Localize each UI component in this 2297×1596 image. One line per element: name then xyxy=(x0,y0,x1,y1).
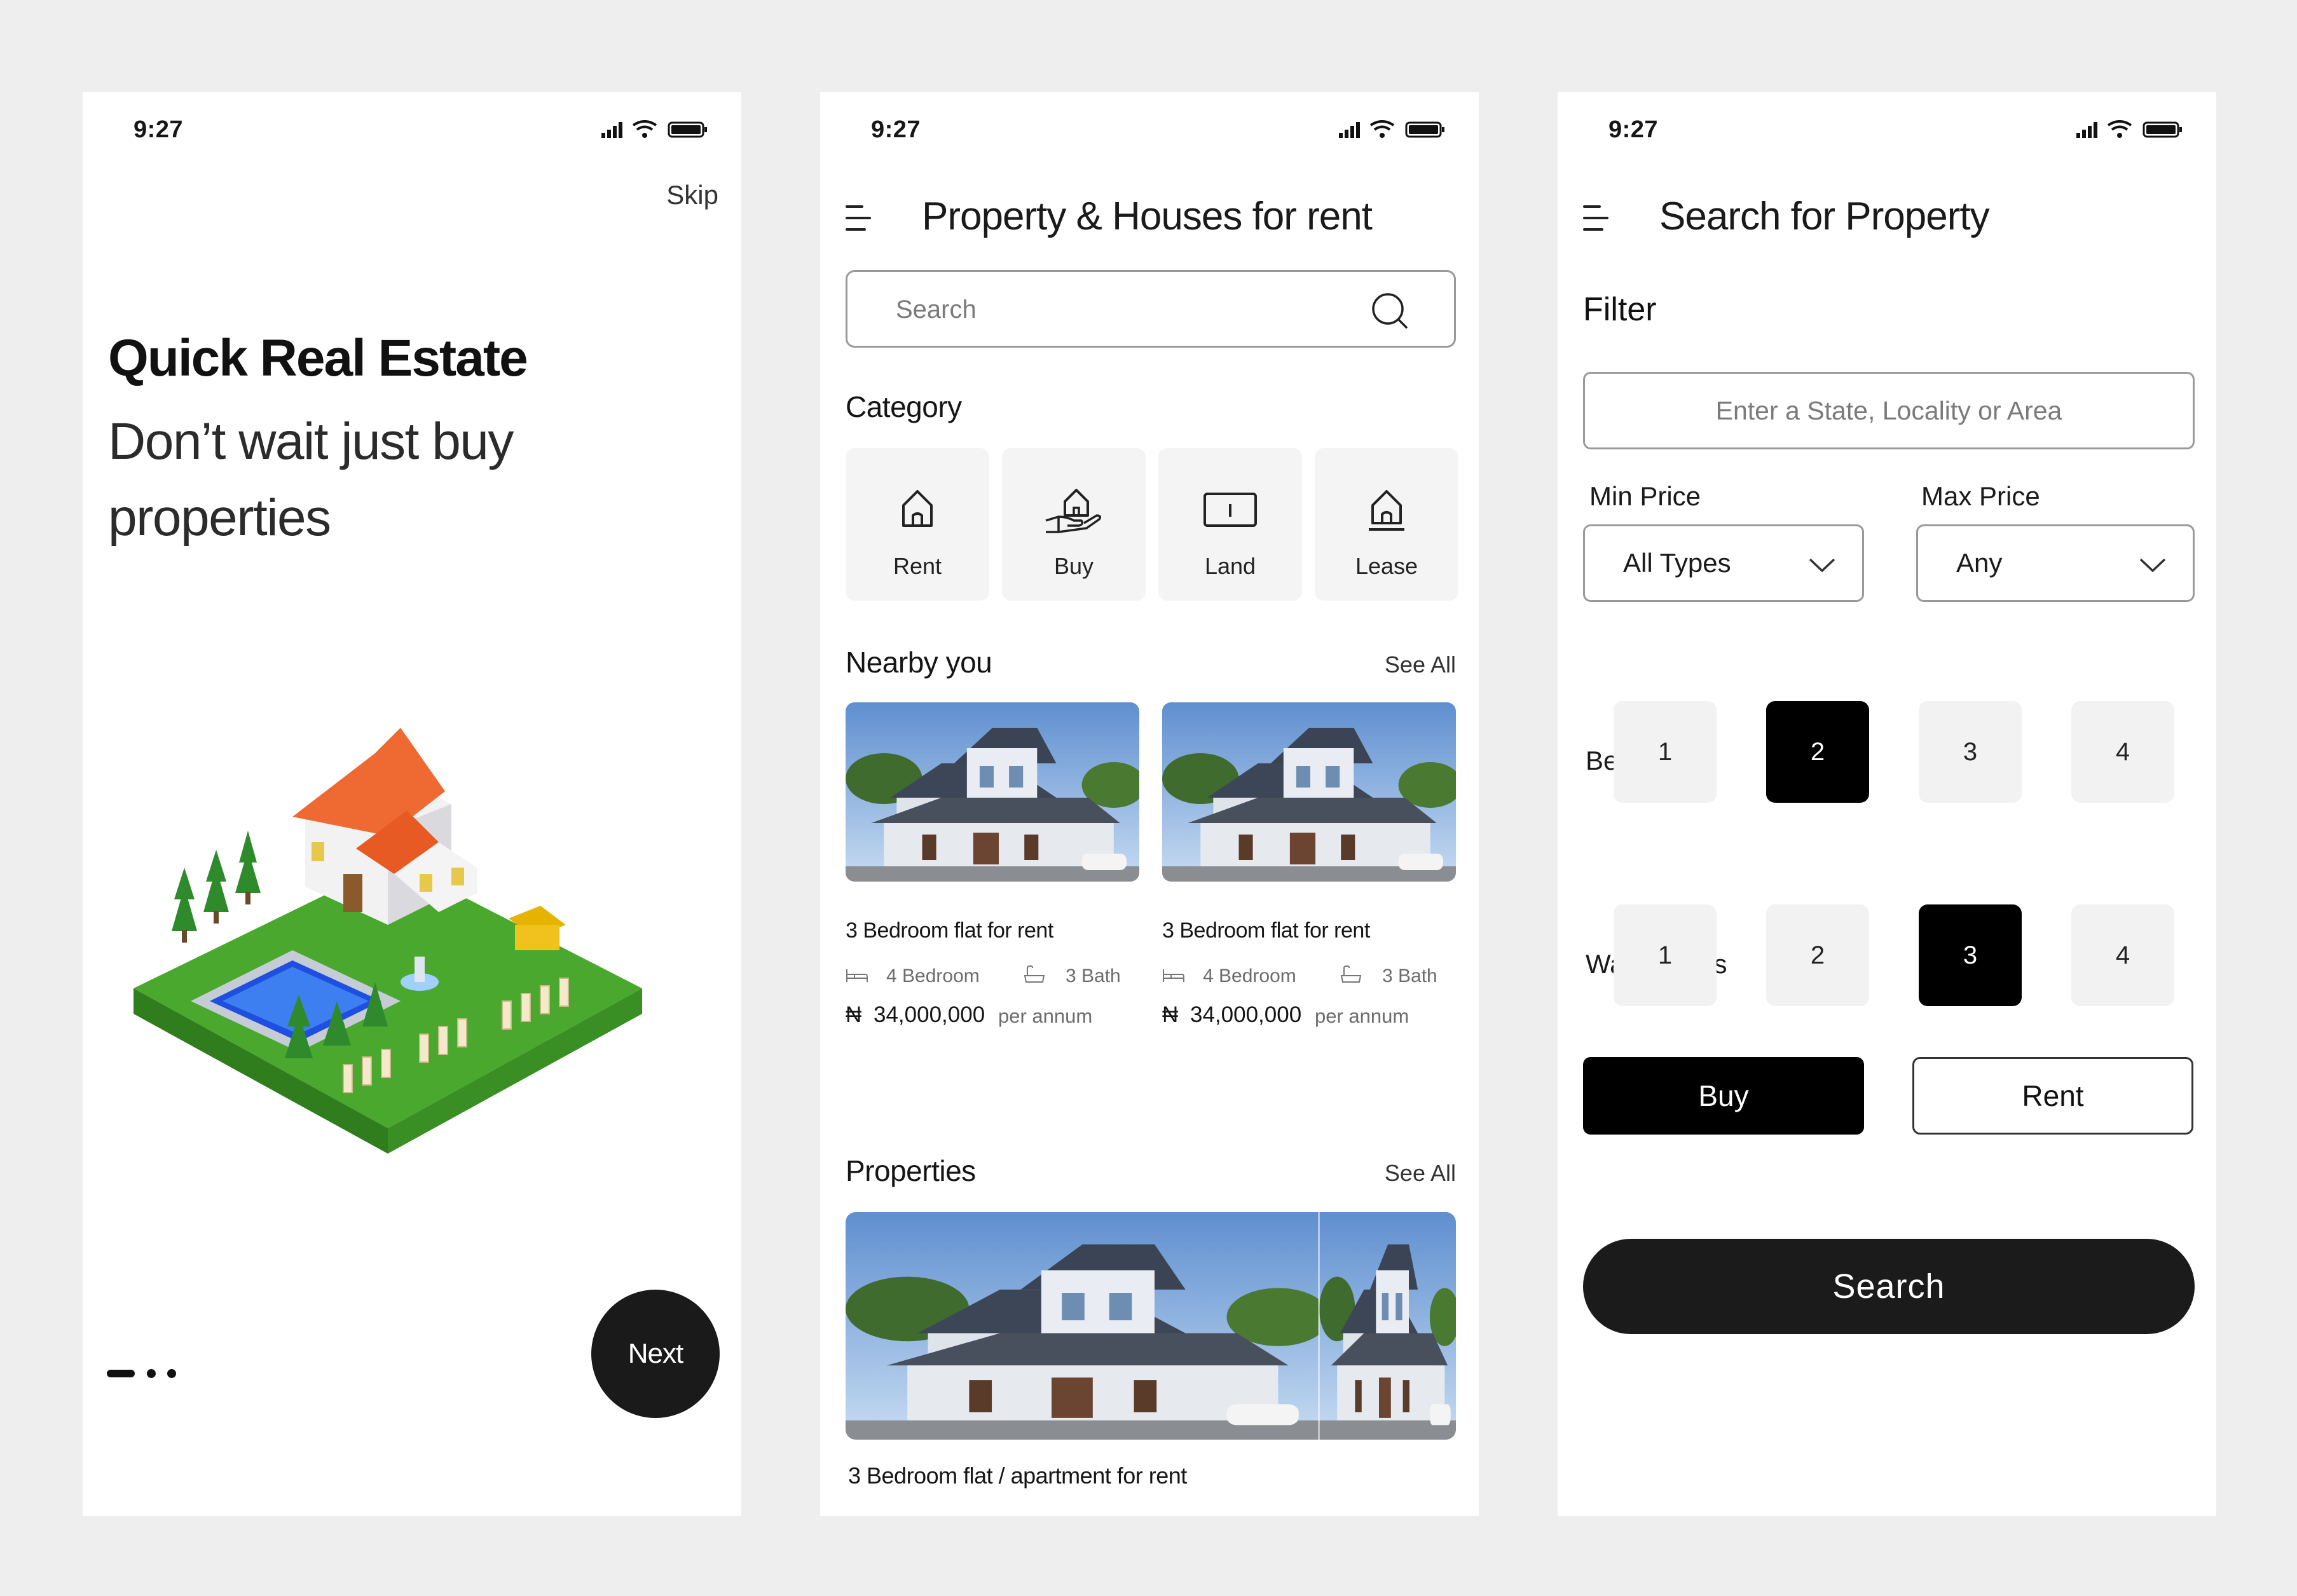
rent-toggle-button[interactable]: Rent xyxy=(1912,1057,2193,1135)
max-price-select[interactable]: Any xyxy=(1916,524,2195,602)
bath-icon xyxy=(1024,965,1045,983)
search-screen: 9:27 Search for Property Filter Min Pric… xyxy=(1558,92,2216,1516)
page-indicator xyxy=(107,1369,176,1378)
search-icon[interactable] xyxy=(1370,291,1409,331)
status-time: 9:27 xyxy=(1608,116,1659,143)
min-price-value: All Types xyxy=(1623,548,1731,578)
menu-icon[interactable] xyxy=(846,204,874,232)
category-label: Buy xyxy=(1053,553,1094,579)
onboarding-screen: 9:27 Skip Quick Real Estate Don’t wait j… xyxy=(83,92,741,1516)
properties-see-all-link[interactable]: See All xyxy=(1385,1160,1456,1187)
washroom-option-selected[interactable]: 3 xyxy=(1919,904,2022,1006)
min-price-label: Min Price xyxy=(1589,481,1701,511)
nearby-title: Nearby you xyxy=(846,646,992,679)
screen-title: Property & Houses for rent xyxy=(922,194,1373,238)
currency-symbol: ₦ xyxy=(846,1002,862,1027)
land-icon xyxy=(1203,493,1257,527)
nearby-property-image[interactable] xyxy=(846,702,1139,882)
price-period: per annum xyxy=(998,1005,1093,1027)
bedroom-option[interactable]: 4 xyxy=(2071,701,2174,803)
category-land[interactable]: Land xyxy=(1158,448,1302,601)
chevron-down-icon xyxy=(2139,558,2166,573)
bed-icon xyxy=(846,969,868,982)
search-button[interactable]: Search xyxy=(1583,1239,2195,1334)
hero-subtitle: Don’t wait just buy properties xyxy=(108,413,514,547)
nearby-property-image[interactable] xyxy=(1162,702,1456,882)
category-title: Category xyxy=(846,390,962,423)
house-icon xyxy=(902,490,933,527)
min-price-select[interactable]: All Types xyxy=(1583,524,1864,602)
nearby-card-title[interactable]: 3 Bedroom flat for rent xyxy=(846,918,1053,943)
buy-toggle-button[interactable]: Buy xyxy=(1583,1057,1864,1135)
screen-title: Search for Property xyxy=(1659,194,1990,238)
price: 34,000,000 xyxy=(1190,1002,1302,1027)
property-image[interactable] xyxy=(846,1212,1456,1440)
max-price-value: Any xyxy=(1956,548,2003,578)
bed-icon xyxy=(1163,969,1184,982)
next-button[interactable]: Next xyxy=(591,1290,720,1418)
status-icons xyxy=(1339,120,1444,138)
washroom-option[interactable]: 4 xyxy=(2071,904,2174,1006)
category-lease[interactable]: Lease xyxy=(1315,448,1458,601)
washroom-option[interactable]: 2 xyxy=(1766,904,1869,1006)
search-input[interactable] xyxy=(896,289,1341,331)
bedroom-option[interactable]: 3 xyxy=(1919,701,2022,803)
bath-count: 3 Bath xyxy=(1382,965,1437,986)
category-label: Lease xyxy=(1355,553,1418,579)
hero-title: Quick Real Estate xyxy=(108,329,528,387)
bath-icon xyxy=(1340,965,1362,983)
status-time: 9:27 xyxy=(871,116,921,143)
bedroom-count: 4 Bedroom xyxy=(886,965,980,986)
chevron-down-icon xyxy=(1809,558,1835,573)
currency-symbol: ₦ xyxy=(1162,1002,1179,1027)
category-label: Land xyxy=(1204,553,1256,579)
skip-button[interactable]: Skip xyxy=(666,180,718,210)
hand-house-icon xyxy=(1045,489,1102,533)
category-rent[interactable]: Rent xyxy=(846,448,989,601)
price: 34,000,000 xyxy=(874,1002,985,1027)
bedroom-option[interactable]: 1 xyxy=(1614,701,1717,803)
search-field[interactable] xyxy=(846,270,1456,348)
bedroom-option-selected[interactable]: 2 xyxy=(1766,701,1869,803)
category-label: Rent xyxy=(893,553,942,579)
property-title[interactable]: 3 Bedroom flat / apartment for rent xyxy=(848,1463,1187,1489)
listing-screen: 9:27 Property & Houses for rent Category… xyxy=(820,92,1479,1516)
location-field[interactable] xyxy=(1583,372,2195,449)
menu-icon[interactable] xyxy=(1583,204,1611,232)
price-period: per annum xyxy=(1315,1005,1409,1027)
filter-label: Filter xyxy=(1583,291,1657,328)
properties-title: Properties xyxy=(846,1154,976,1187)
bedroom-count: 4 Bedroom xyxy=(1203,965,1296,986)
max-price-label: Max Price xyxy=(1921,481,2040,511)
washroom-option[interactable]: 1 xyxy=(1614,904,1717,1006)
lease-house-icon xyxy=(1369,490,1404,531)
location-input[interactable] xyxy=(1585,374,2193,447)
category-buy[interactable]: Buy xyxy=(1002,448,1146,601)
nearby-see-all-link[interactable]: See All xyxy=(1385,651,1456,678)
status-icons xyxy=(601,120,707,138)
status-time: 9:27 xyxy=(134,116,184,143)
bath-count: 3 Bath xyxy=(1066,965,1121,986)
status-icons xyxy=(2076,120,2182,138)
nearby-card-title[interactable]: 3 Bedroom flat for rent xyxy=(1162,918,1370,943)
isometric-house-illustration xyxy=(134,728,642,1154)
